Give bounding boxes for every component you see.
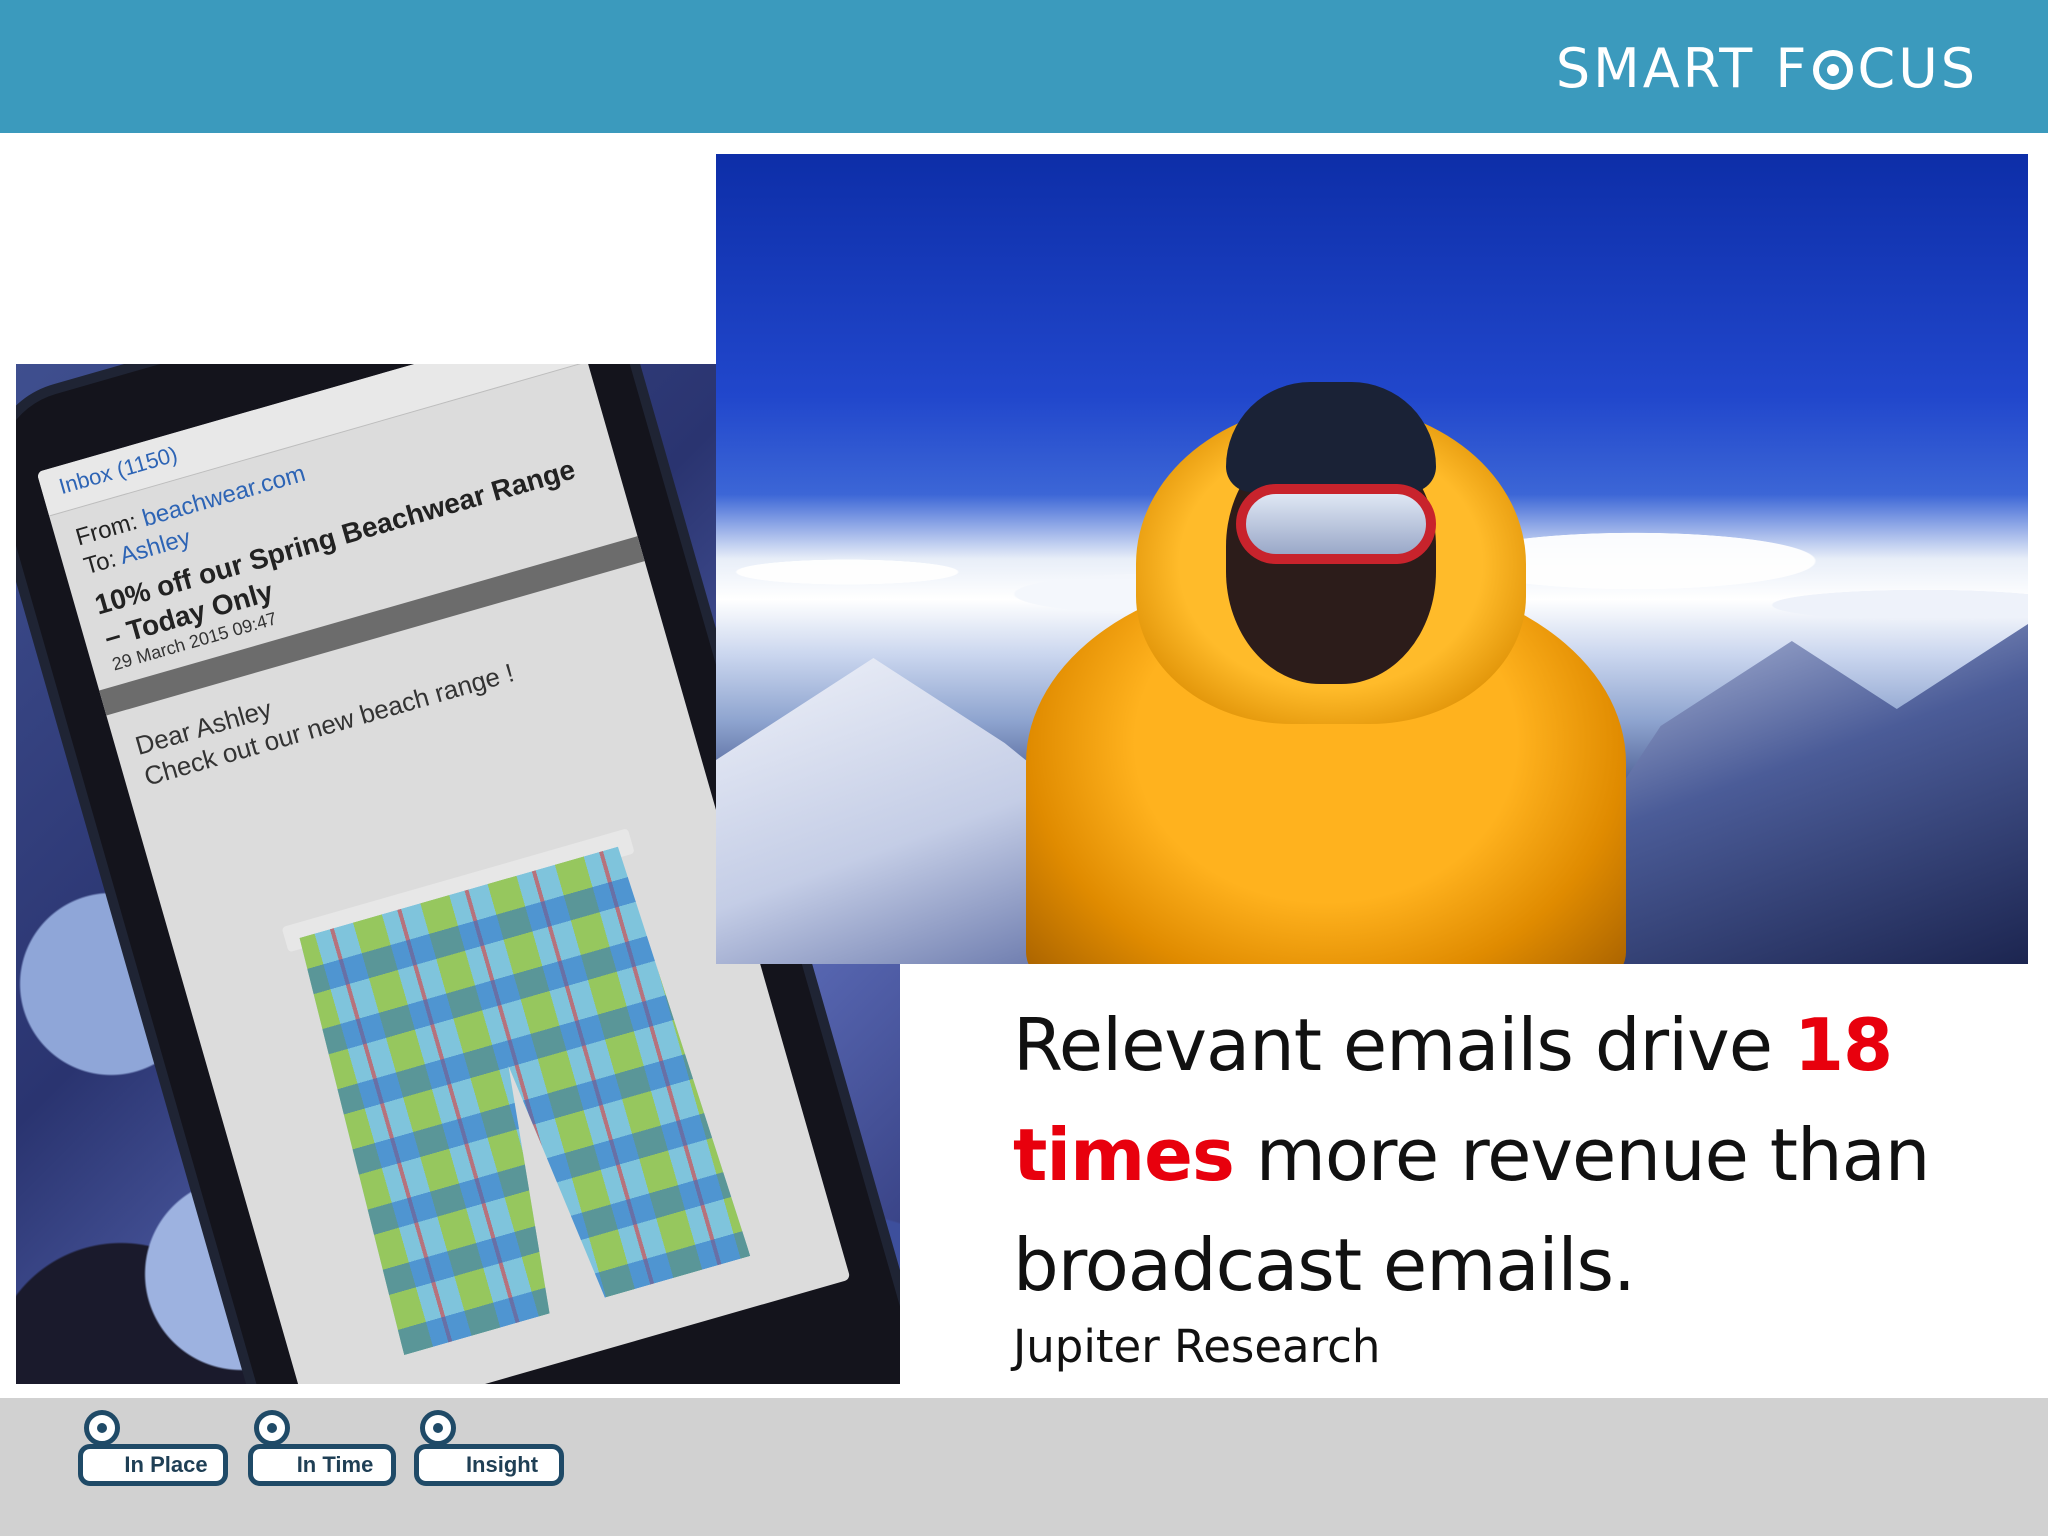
climber-goggles xyxy=(1236,484,1436,564)
clock-pin-icon xyxy=(254,1410,290,1446)
location-pin-icon xyxy=(84,1410,120,1446)
quote-text: Relevant emails drive 18 times more reve… xyxy=(1013,990,2013,1320)
logo-text-end: CUS xyxy=(1857,36,1978,100)
header-bar: SMART F CUS xyxy=(0,0,2048,133)
badge-insight: Insight xyxy=(414,1444,564,1486)
badge-in-time: In Time xyxy=(248,1444,396,1486)
logo-text-start: SMART F xyxy=(1555,36,1810,100)
badge-in-place: In Place xyxy=(78,1444,228,1486)
to-label: To: xyxy=(80,545,120,581)
smartfocus-logo: SMART F CUS xyxy=(1555,36,1978,100)
climber-hat xyxy=(1226,382,1436,492)
quote-attribution: Jupiter Research xyxy=(1013,1320,1381,1373)
focus-ring-icon xyxy=(1813,50,1854,90)
badge-label: In Time xyxy=(296,1452,374,1477)
quote-text-before: Relevant emails drive xyxy=(1013,1003,1794,1087)
chart-pin-icon xyxy=(420,1410,456,1446)
mountaineer-photo xyxy=(716,154,2028,964)
badge-label: Insight xyxy=(465,1452,539,1477)
badge-label: In Place xyxy=(124,1452,208,1477)
